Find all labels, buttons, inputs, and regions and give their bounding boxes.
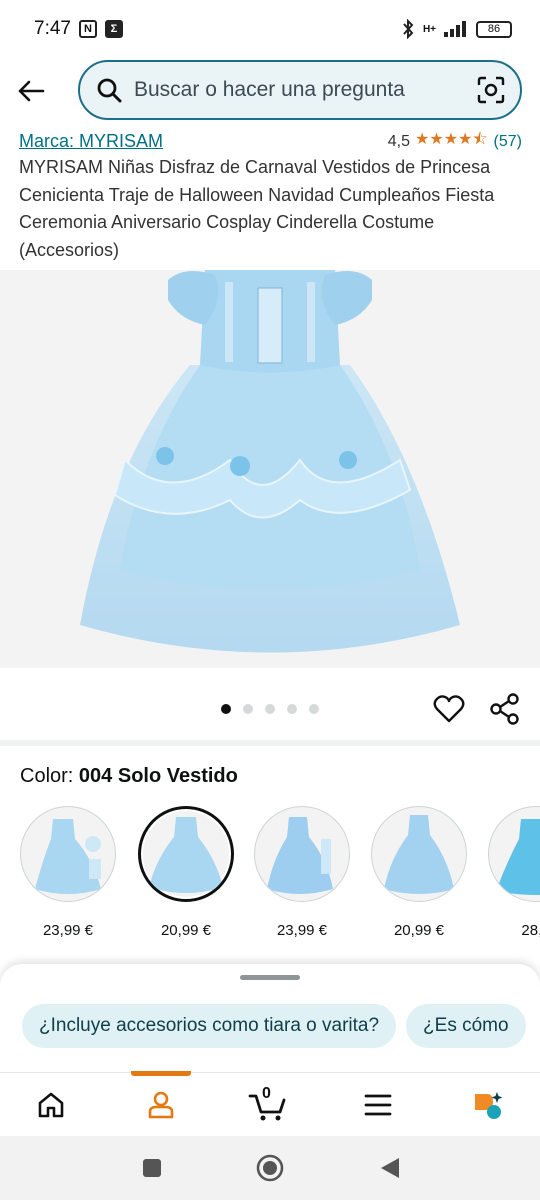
swatch-image [371,806,467,902]
back-system-button[interactable] [376,1154,404,1182]
battery-icon: 86 [476,20,512,38]
heart-icon [433,695,465,723]
brand-rating-row: Marca: MYRISAM 4,5 ★★★★⯪ (57) [19,128,522,155]
network-type: H+ [422,23,436,35]
nav-rufus[interactable] [458,1073,518,1137]
search-header: Buscar o hacer una pregunta [0,58,540,124]
color-label: Color: 004 Solo Vestido [20,765,238,788]
pager-dot[interactable] [243,704,253,714]
recents-icon [143,1159,161,1177]
rating-count: (57) [493,132,522,150]
pager-dot[interactable] [265,704,275,714]
image-pager-row [0,684,540,734]
menu-icon [364,1094,392,1116]
color-swatch[interactable]: 23,99 € [18,806,118,939]
suggestion-chip[interactable]: ¿Es cómo [406,1004,526,1048]
status-bar: 7:47 N Σ H+ 86 [0,0,540,58]
suggestion-chip[interactable]: ¿Incluye accesorios como tiara o varita? [22,1004,397,1048]
camera-search-button[interactable] [476,75,506,105]
nav-account[interactable] [131,1073,191,1137]
color-swatch[interactable]: 20,99 € [369,806,469,939]
rating-value: 4,5 [387,132,411,150]
back-button[interactable] [2,62,60,120]
search-placeholder: Buscar o hacer una pregunta [134,78,405,101]
sheet-grabber[interactable] [240,975,300,980]
signal-icon [444,21,466,37]
color-swatches: 23,99 € 20,99 € 23,99 € 20,99 € 28,6 [0,806,540,946]
camera-scan-icon [477,76,505,104]
swatch-price: 23,99 € [276,922,328,939]
cart-count: 0 [262,1085,271,1102]
nav-home[interactable] [21,1073,81,1137]
back-triangle-icon [381,1158,399,1178]
bluetooth-icon [403,19,414,39]
battery-level: 86 [487,23,501,35]
color-label-prefix: Color: [20,765,74,787]
color-swatch[interactable]: 23,99 € [252,806,352,939]
recents-button[interactable] [138,1154,166,1182]
suggestion-chips: ¿Incluye accesorios como tiara o varita?… [22,1004,526,1048]
swatch-price: 23,99 € [42,922,94,939]
swatch-price: 28,6 [521,922,540,939]
bottom-nav: 0 [0,1071,540,1137]
share-icon [490,693,519,725]
pager-dot[interactable] [309,704,319,714]
dress-image [80,270,460,653]
wishlist-button[interactable] [432,692,466,726]
home-icon [38,1092,64,1118]
star-rating-icon: ★★★★⯪ [415,131,488,148]
share-button[interactable] [488,692,522,726]
nav-menu[interactable] [348,1073,408,1137]
product-image[interactable] [0,270,540,668]
rufus-assistant-icon [475,1092,503,1119]
swatch-price: 20,99 € [393,922,445,939]
image-pager-dots[interactable] [221,704,319,714]
suggestions-sheet: ¿Incluye accesorios como tiara o varita?… [0,964,540,1072]
home-system-button[interactable] [256,1154,284,1182]
rating[interactable]: 4,5 ★★★★⯪ (57) [388,128,522,155]
arrow-left-icon [18,80,45,102]
swatch-price: 20,99 € [160,922,212,939]
swatch-image [20,806,116,902]
swatch-image [254,806,350,902]
pager-dot[interactable] [287,704,297,714]
search-input[interactable]: Buscar o hacer una pregunta [78,60,522,120]
notification-icon: Σ [104,20,123,38]
person-icon [148,1091,174,1119]
color-swatch-selected[interactable]: 20,99 € [136,806,236,939]
home-circle-icon [256,1154,284,1182]
nav-cart[interactable]: 0 [238,1073,298,1137]
color-swatch[interactable]: 28,6 [486,806,540,939]
selected-color: 004 Solo Vestido [78,765,238,787]
system-nav-bar [0,1136,540,1200]
pager-dot-active[interactable] [221,704,231,714]
section-divider [0,740,540,746]
product-title: MYRISAM Niñas Disfraz de Carnaval Vestid… [19,157,495,260]
brand-link[interactable]: Marca: MYRISAM [19,131,163,152]
search-icon [97,78,122,103]
nfc-icon: N [78,20,97,38]
swatch-image [488,806,540,902]
clock: 7:47 [34,18,71,39]
swatch-image [138,806,234,902]
